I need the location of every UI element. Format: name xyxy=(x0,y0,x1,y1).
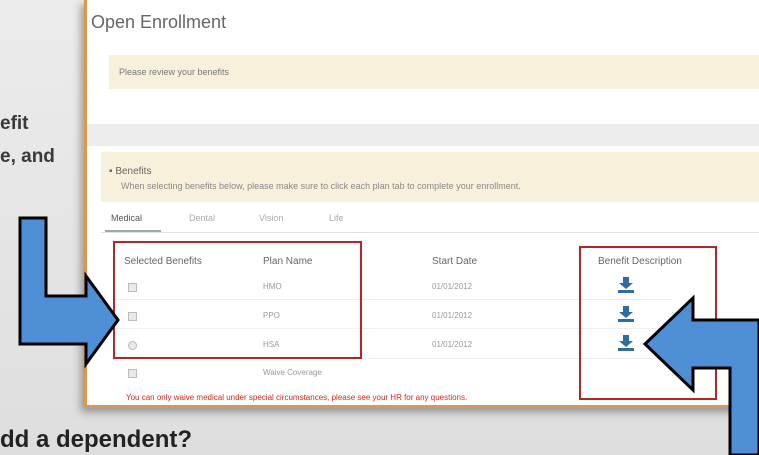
callout-arrow-icon xyxy=(642,294,759,455)
callout-arrow-icon xyxy=(18,216,120,369)
callout-arrows xyxy=(18,216,759,455)
